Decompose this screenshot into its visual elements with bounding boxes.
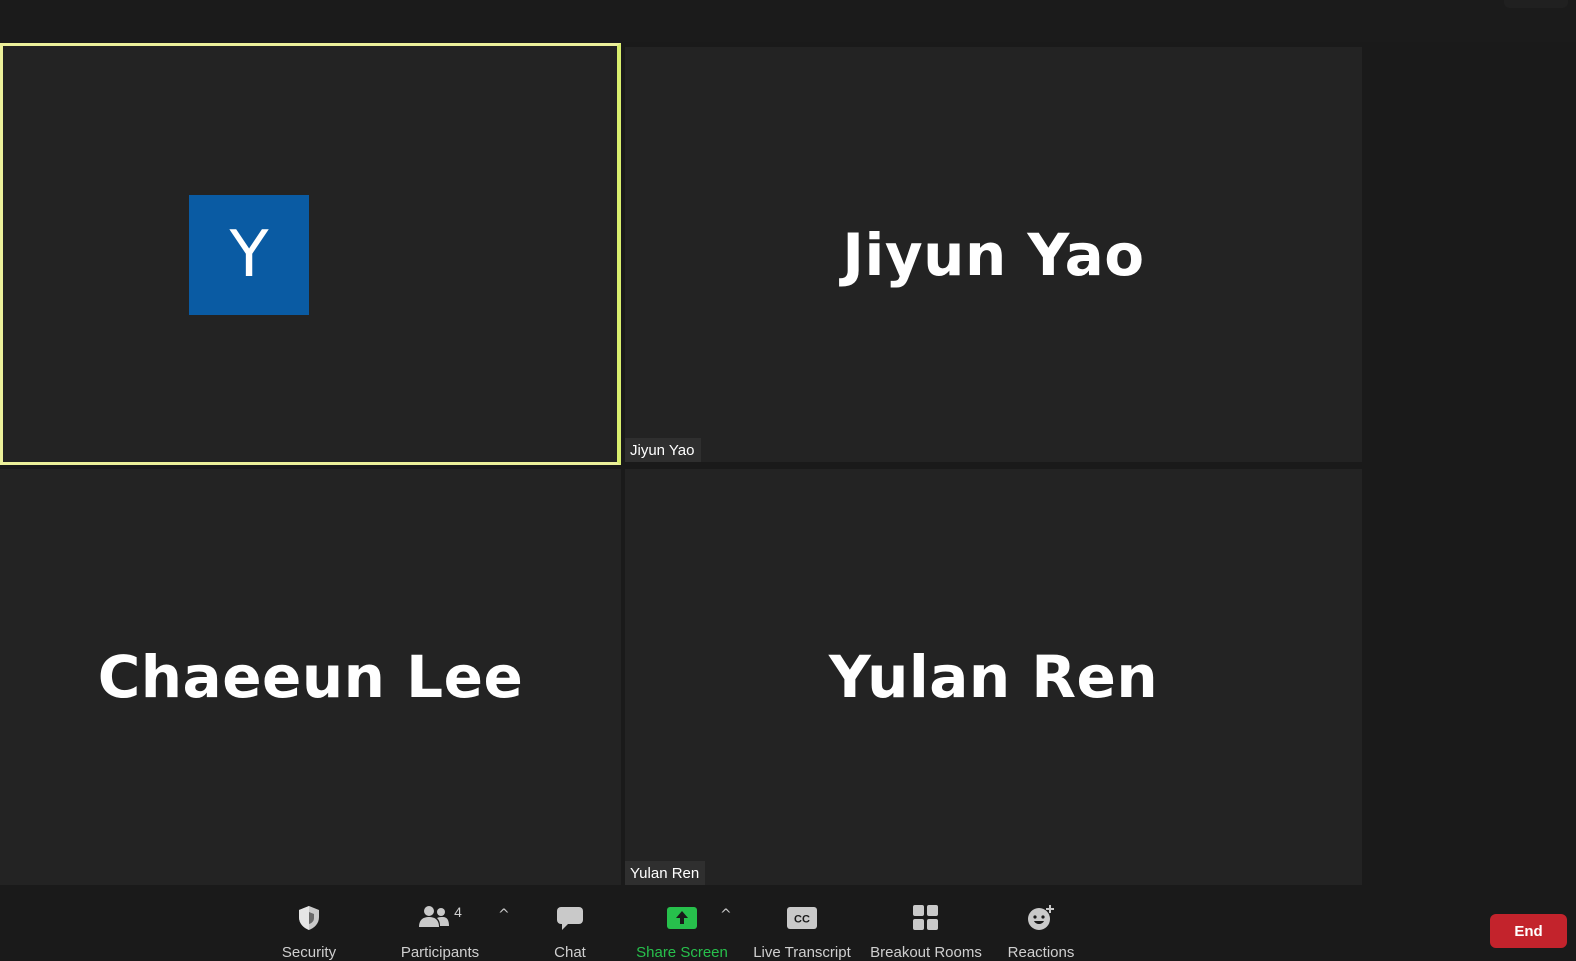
security-button[interactable]: Security (278, 903, 340, 961)
participants-button[interactable]: 4 Participants (398, 903, 482, 961)
cc-icon: CC (787, 903, 817, 933)
security-label: Security (281, 944, 337, 961)
people-icon (418, 904, 450, 932)
chat-bubble-icon (556, 903, 584, 933)
video-tile-chaeeun-lee[interactable]: Chaeeun Lee (0, 469, 621, 885)
participant-nameplate: Yulan Ren (625, 861, 706, 885)
grid-icon (913, 903, 939, 933)
view-toggle-handle[interactable] (1504, 0, 1568, 8)
participants-label: Participants (400, 944, 480, 961)
reactions-button[interactable]: Reactions (1006, 903, 1076, 961)
breakout-rooms-label: Breakout Rooms (870, 944, 982, 961)
breakout-rooms-button[interactable]: Breakout Rooms (868, 903, 984, 961)
live-transcript-label: Live Transcript (753, 944, 851, 961)
shield-icon (297, 903, 321, 933)
live-transcript-button[interactable]: CC Live Transcript (752, 903, 852, 961)
share-up-arrow-icon (667, 903, 697, 933)
share-screen-button[interactable]: Share Screen (636, 903, 728, 961)
share-screen-label: Share Screen (636, 944, 728, 961)
participant-display-name: Jiyun Yao (842, 220, 1145, 289)
reactions-label: Reactions (1007, 944, 1075, 961)
chat-label: Chat (554, 944, 586, 961)
participant-display-name: Yulan Ren (828, 643, 1159, 711)
top-bar (0, 0, 1576, 42)
chat-button[interactable]: Chat (548, 903, 592, 961)
participant-display-name: Chaeeun Lee (97, 643, 524, 711)
participants-options-caret-icon[interactable]: ^ (498, 907, 510, 923)
video-tile-yulan-ren[interactable]: Yulan Ren Yulan Ren (625, 469, 1362, 885)
meeting-toolbar: Security 4 Participants ^ Chat Share Scr… (0, 885, 1576, 961)
video-tile-self[interactable]: Y (0, 43, 621, 465)
share-screen-options-caret-icon[interactable]: ^ (720, 907, 732, 923)
smiley-plus-icon (1026, 903, 1056, 933)
participants-icon-group: 4 (418, 903, 462, 933)
video-tile-jiyun-yao[interactable]: Jiyun Yao Jiyun Yao (625, 47, 1362, 462)
participant-nameplate: Jiyun Yao (625, 438, 701, 462)
participants-count: 4 (454, 904, 462, 920)
avatar-letter: Y (229, 218, 269, 292)
avatar: Y (189, 195, 309, 315)
cc-icon-text: CC (794, 914, 810, 926)
end-meeting-button[interactable]: End (1490, 914, 1567, 948)
meeting-window: Y Jiyun Yao Jiyun Yao Chaeeun Lee Yulan … (0, 0, 1576, 961)
